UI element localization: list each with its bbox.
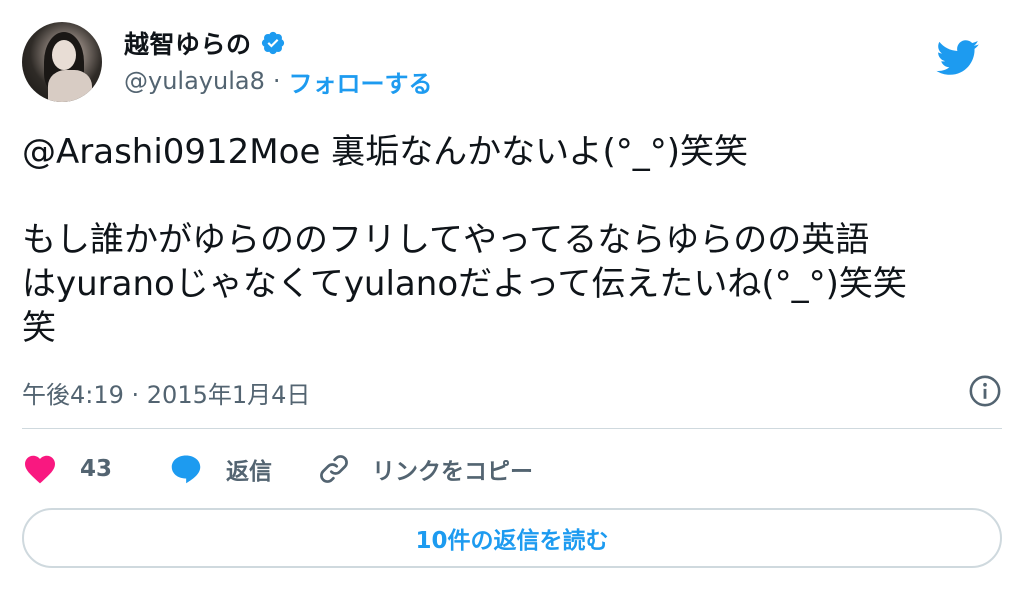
action-bar: 43 返信 リンクをコピー	[22, 446, 533, 492]
verified-badge-icon	[261, 31, 284, 55]
twitter-bird-icon[interactable]	[936, 40, 980, 76]
info-icon[interactable]	[968, 374, 1002, 408]
copy-link-button[interactable]: リンクをコピー	[316, 451, 533, 487]
tweet-text-line-2: もし誰かがゆらののフリしてやってるならゆらのの英語 はyuranoじゃなくてyu…	[22, 220, 907, 348]
follow-button[interactable]: フォローする	[289, 64, 433, 99]
like-button[interactable]: 43	[22, 451, 112, 487]
like-count: 43	[80, 456, 113, 482]
author-info: 越智ゆらの @yulayula8 · フォローする	[124, 26, 433, 98]
speech-bubble-icon	[171, 455, 201, 484]
author-handle[interactable]: @yulayula8	[124, 67, 265, 95]
separator-dot: ·	[272, 67, 281, 95]
tweet-body: @Arashi0912Moe 裏垢なんかないよ(°_°)笑笑 もし誰かがゆらのの…	[22, 130, 1002, 350]
copy-link-label: リンクをコピー	[372, 459, 534, 485]
reply-label: 返信	[226, 459, 273, 485]
divider	[22, 428, 1002, 429]
timestamp[interactable]: 午後4:19 · 2015年1月4日	[22, 375, 310, 410]
display-name[interactable]: 越智ゆらの	[124, 25, 252, 61]
read-replies-label: 10件の返信を読む	[415, 528, 609, 554]
tweet-meta: 午後4:19 · 2015年1月4日	[22, 370, 1002, 414]
avatar[interactable]	[22, 22, 102, 102]
link-icon	[320, 455, 348, 483]
heart-icon	[25, 455, 55, 484]
tweet-card: 越智ゆらの @yulayula8 · フォローする @Arashi0912Moe…	[0, 0, 1024, 593]
tweet-text-line-1: @Arashi0912Moe 裏垢なんかないよ(°_°)笑笑	[22, 132, 749, 172]
read-replies-button[interactable]: 10件の返信を読む	[22, 508, 1002, 568]
tweet-header: 越智ゆらの @yulayula8 · フォローする	[22, 22, 1002, 102]
reply-button[interactable]: 返信	[168, 451, 272, 487]
